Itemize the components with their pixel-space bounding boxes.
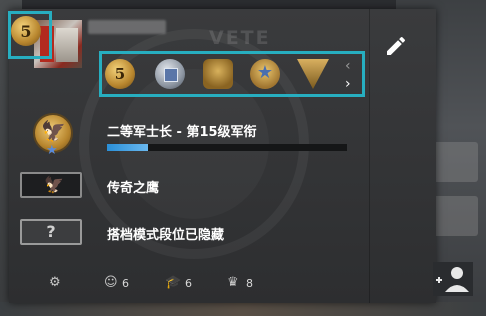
- friendly-commend-icon[interactable]: ☺: [104, 275, 118, 290]
- xp-progress-bar: [107, 144, 347, 151]
- avatar-hall: [56, 28, 78, 62]
- question-mark-icon: ?: [46, 222, 56, 241]
- xp-progress-fill: [107, 144, 148, 151]
- leader-commend-icon[interactable]: ♛: [227, 275, 239, 290]
- wingman-rank-label: 搭档模式段位已隐藏: [107, 228, 225, 243]
- teacher-commend-icon[interactable]: 🎓: [165, 275, 181, 290]
- friends-person-icon[interactable]: [433, 262, 473, 296]
- 5-year-coin-icon[interactable]: 5: [105, 59, 135, 89]
- panel-divider: [369, 9, 370, 303]
- header-watermark-text: VETE: [209, 27, 271, 49]
- chevron-right-icon[interactable]: ›: [345, 76, 351, 92]
- username-blurred: [88, 20, 166, 34]
- background-slot: [432, 196, 478, 236]
- rank-title: 二等军士长 - 第15级军衔: [107, 125, 257, 140]
- background-slot: [432, 142, 478, 182]
- background-bottom: [0, 302, 486, 316]
- legendary-eagle-icon: 🦅: [44, 175, 64, 194]
- rank-star-icon: ★: [46, 143, 58, 158]
- service-medal-icon[interactable]: [155, 59, 185, 89]
- teacher-count: 6: [185, 277, 192, 290]
- friendly-count: 6: [122, 277, 129, 290]
- operation-coin-icon[interactable]: [203, 59, 233, 89]
- featured-coin-icon: 5: [11, 16, 41, 46]
- eagle-icon: 🦅: [41, 119, 66, 143]
- wingman-rank-badge[interactable]: ?: [20, 219, 82, 245]
- competitive-rank-label: 传奇之鹰: [107, 181, 160, 196]
- edit-pencil-icon[interactable]: [384, 34, 408, 58]
- leader-count: 8: [246, 277, 253, 290]
- chevron-left-icon[interactable]: ‹: [345, 58, 351, 74]
- service-medal-emblem: [164, 68, 178, 82]
- competitive-rank-badge[interactable]: 🦅: [20, 172, 82, 198]
- xp-rank-icon[interactable]: ⚙: [49, 275, 61, 290]
- veteran-coin-icon[interactable]: ★: [250, 59, 280, 89]
- star-icon: ★: [256, 62, 274, 83]
